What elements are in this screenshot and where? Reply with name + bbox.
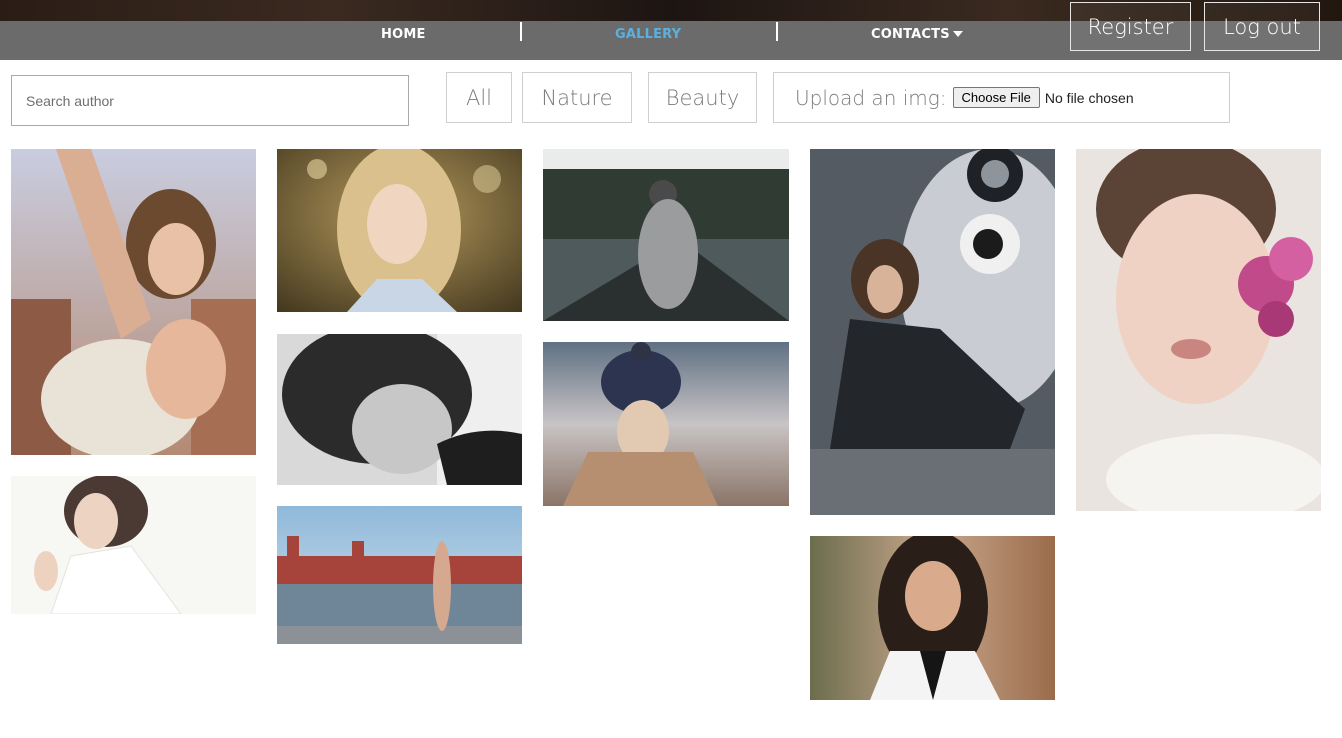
photo-image bbox=[810, 149, 1055, 515]
search-author-input[interactable] bbox=[11, 75, 409, 126]
gallery-photo[interactable] bbox=[810, 536, 1055, 700]
gallery-photo[interactable] bbox=[11, 476, 256, 614]
gallery-photo[interactable] bbox=[1076, 149, 1321, 511]
nav-gallery-link[interactable]: GALLERY bbox=[615, 27, 681, 42]
upload-label: Upload an img: bbox=[795, 85, 947, 110]
gallery-photo[interactable] bbox=[277, 334, 522, 485]
nav-home-link[interactable]: HOME bbox=[381, 27, 426, 42]
top-navbar: HOME GALLERY CONTACTS Register Log out bbox=[0, 0, 1342, 60]
choose-file-button[interactable]: Choose File bbox=[952, 87, 1040, 108]
photo-image bbox=[277, 334, 522, 485]
photo-image bbox=[11, 476, 256, 614]
filter-beauty-button[interactable]: Beauty bbox=[648, 72, 757, 123]
gallery-photo[interactable] bbox=[277, 149, 522, 312]
photo-image bbox=[1076, 149, 1321, 511]
register-button[interactable]: Register bbox=[1070, 2, 1191, 51]
nav-separator bbox=[776, 22, 778, 41]
file-status-text: No file chosen bbox=[1044, 89, 1134, 106]
filter-all-button[interactable]: All bbox=[446, 72, 512, 123]
photo-image bbox=[543, 149, 789, 321]
nav-contacts-dropdown[interactable]: CONTACTS bbox=[871, 27, 963, 42]
photo-image bbox=[810, 536, 1055, 700]
photo-image bbox=[543, 342, 789, 506]
caret-down-icon bbox=[952, 30, 963, 37]
filter-nature-button[interactable]: Nature bbox=[522, 72, 632, 123]
gallery-photo[interactable] bbox=[277, 506, 522, 644]
gallery-photo[interactable] bbox=[810, 149, 1055, 515]
photo-image bbox=[277, 149, 522, 312]
gallery-photo[interactable] bbox=[543, 149, 789, 321]
logout-button[interactable]: Log out bbox=[1204, 2, 1320, 51]
nav-separator bbox=[520, 22, 522, 41]
upload-panel: Upload an img: Choose File No file chose… bbox=[773, 72, 1230, 123]
photo-image bbox=[11, 149, 256, 455]
gallery-photo[interactable] bbox=[11, 149, 256, 455]
photo-image bbox=[277, 506, 522, 644]
gallery-photo[interactable] bbox=[543, 342, 789, 506]
nav-contacts-label: CONTACTS bbox=[871, 27, 950, 42]
